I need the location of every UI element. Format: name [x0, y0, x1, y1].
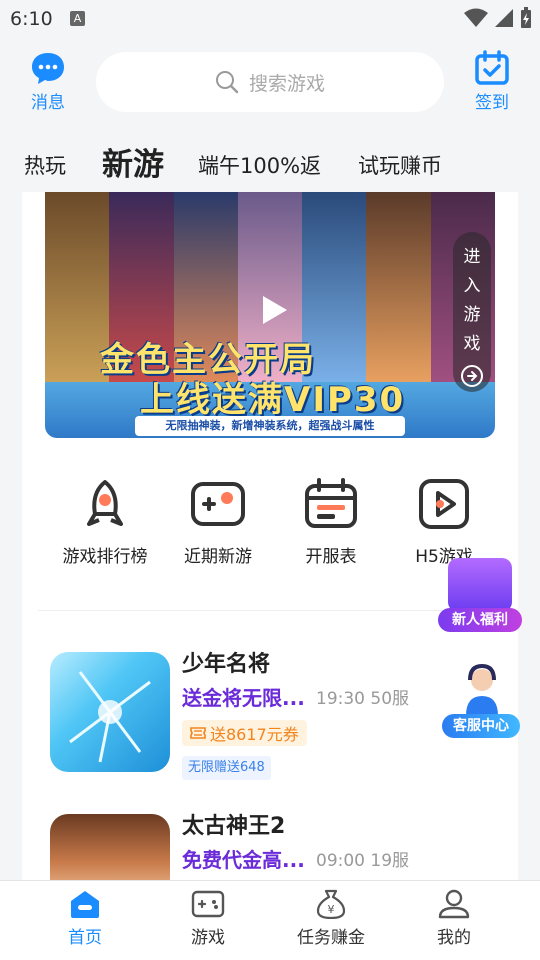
tab-new-games[interactable]: 新游 — [102, 139, 164, 184]
battery-icon — [521, 7, 531, 28]
featured-banner[interactable]: 金色主公开局 上线送满VIP30 无限抽神装，新增神装系统，超强战斗属性 进 入… — [45, 192, 495, 438]
banner-subtitle: 无限抽神装，新增神装系统，超强战斗属性 — [135, 416, 405, 436]
gamepad-icon — [191, 482, 245, 526]
nav-home[interactable]: 首页 — [25, 889, 145, 948]
search-placeholder: 搜索游戏 — [248, 72, 325, 95]
chat-bubble-icon — [32, 53, 64, 84]
nav-games[interactable]: 游戏 — [148, 889, 268, 948]
tab-play-earn[interactable]: 试玩赚币 — [358, 150, 442, 180]
coupon-text: 送8617元券 — [210, 725, 299, 744]
profile-icon — [438, 889, 470, 919]
game-name: 太古神王2 — [182, 814, 286, 839]
game-tag: 无限赠送648 — [182, 756, 271, 780]
game-server-time: 19:30 50服 — [316, 689, 410, 709]
enter-char: 进 — [463, 247, 481, 267]
server-schedule-entry[interactable]: 开服表 — [276, 478, 386, 567]
top-header: 消息 搜索游戏 签到 — [0, 40, 540, 120]
svg-text:¥: ¥ — [328, 903, 335, 916]
bottom-navigation: 首页 游戏 ¥ 任务赚金 我的 — [0, 880, 540, 960]
nav-profile-label: 我的 — [437, 928, 471, 948]
status-bar: 6:10 A — [0, 0, 540, 38]
checkin-label: 签到 — [475, 93, 509, 113]
ranking-label: 游戏排行榜 — [62, 547, 148, 567]
enter-char: 戏 — [463, 334, 481, 354]
enter-char: 入 — [463, 276, 481, 296]
gift-box-icon — [448, 558, 512, 612]
game-name: 少年名将 — [182, 652, 271, 677]
tab-dragon-boat-rebate[interactable]: 端午100%返 — [198, 150, 321, 180]
rocket-icon — [87, 480, 123, 526]
new-user-gift-button[interactable]: 新人福利 — [436, 554, 524, 632]
enter-char: 游 — [463, 305, 481, 325]
notification-a-icon: A — [70, 11, 85, 26]
enter-game-button[interactable]: 进 入 游 戏 — [453, 232, 491, 392]
search-input[interactable]: 搜索游戏 — [96, 52, 444, 112]
nav-profile[interactable]: 我的 — [394, 889, 514, 948]
status-time: 6:10 — [10, 8, 53, 30]
nav-tasks-earn[interactable]: ¥ 任务赚金 — [271, 889, 391, 948]
status-icons — [464, 7, 532, 29]
ticket-icon — [190, 727, 206, 739]
messages-button[interactable]: 消息 — [18, 50, 78, 113]
new-games-label: 近期新游 — [184, 547, 252, 567]
tab-hot[interactable]: 热玩 — [24, 150, 66, 180]
wifi-icon — [464, 8, 488, 27]
headset-agent-icon — [466, 664, 498, 716]
game-promo: 送金将无限... — [182, 686, 305, 710]
game-icon — [191, 890, 225, 918]
play-icon[interactable] — [253, 290, 293, 330]
play-icon — [419, 479, 469, 529]
new-user-gift-label: 新人福利 — [438, 608, 522, 632]
nav-tasks-label: 任务赚金 — [297, 928, 365, 948]
money-bag-icon: ¥ — [316, 889, 346, 919]
nav-home-label: 首页 — [68, 928, 102, 948]
shatter-graphic — [69, 671, 151, 763]
banner-headline-2: 上线送满VIP30 — [140, 380, 406, 420]
checkin-button[interactable]: 签到 — [462, 50, 522, 113]
game-thumbnail[interactable] — [50, 652, 170, 772]
game-server-time: 09:00 19服 — [316, 851, 410, 871]
home-icon — [71, 891, 99, 918]
calendar-icon — [305, 478, 357, 528]
search-icon — [215, 71, 239, 94]
customer-service-button[interactable]: 客服中心 — [440, 660, 524, 740]
nav-games-label: 游戏 — [191, 928, 225, 948]
calendar-check-icon — [475, 50, 509, 85]
content-card: 金色主公开局 上线送满VIP30 无限抽神装，新增神装系统，超强战斗属性 进 入… — [22, 192, 518, 934]
customer-service-label: 客服中心 — [442, 714, 520, 738]
ranking-entry[interactable]: 游戏排行榜 — [50, 478, 160, 567]
signal-icon — [495, 9, 513, 27]
new-games-entry[interactable]: 近期新游 — [163, 478, 273, 567]
game-promo: 免费代金高... — [182, 848, 305, 872]
coupon-badge: 送8617元券 — [182, 720, 307, 746]
messages-label: 消息 — [31, 93, 65, 113]
arrow-right-circle-icon — [461, 365, 483, 387]
server-schedule-label: 开服表 — [305, 547, 357, 567]
category-tabs: 热玩 新游 端午100%返 试玩赚币 — [0, 138, 540, 190]
